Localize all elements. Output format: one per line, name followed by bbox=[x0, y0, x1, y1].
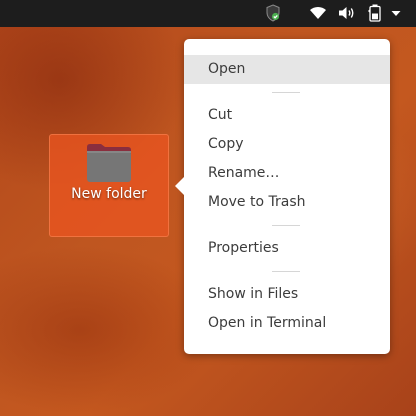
desktop-icon-label: New folder bbox=[71, 186, 147, 202]
menu-item-open[interactable]: Open bbox=[184, 55, 390, 84]
menu-item-cut[interactable]: Cut bbox=[184, 101, 390, 130]
context-menu-pointer bbox=[175, 177, 184, 195]
menu-item-copy[interactable]: Copy bbox=[184, 130, 390, 159]
volume-icon[interactable] bbox=[337, 4, 357, 22]
chevron-down-icon[interactable] bbox=[390, 4, 402, 22]
menu-item-rename[interactable]: Rename… bbox=[184, 159, 390, 188]
menu-item-properties[interactable]: Properties bbox=[184, 234, 390, 263]
top-bar bbox=[0, 0, 416, 27]
menu-item-show-in-files[interactable]: Show in Files bbox=[184, 280, 390, 309]
shield-check-icon[interactable] bbox=[266, 4, 280, 22]
menu-item-open-in-terminal[interactable]: Open in Terminal bbox=[184, 309, 390, 338]
wifi-icon[interactable] bbox=[309, 4, 327, 22]
menu-separator bbox=[272, 92, 300, 93]
menu-separator bbox=[272, 271, 300, 272]
context-menu: Open Cut Copy Rename… Move to Trash Prop… bbox=[175, 39, 390, 354]
battery-icon[interactable] bbox=[367, 4, 383, 22]
desktop-folder-new-folder[interactable]: New folder bbox=[49, 134, 169, 237]
menu-separator bbox=[272, 225, 300, 226]
folder-icon bbox=[86, 143, 132, 187]
menu-item-move-to-trash[interactable]: Move to Trash bbox=[184, 188, 390, 217]
